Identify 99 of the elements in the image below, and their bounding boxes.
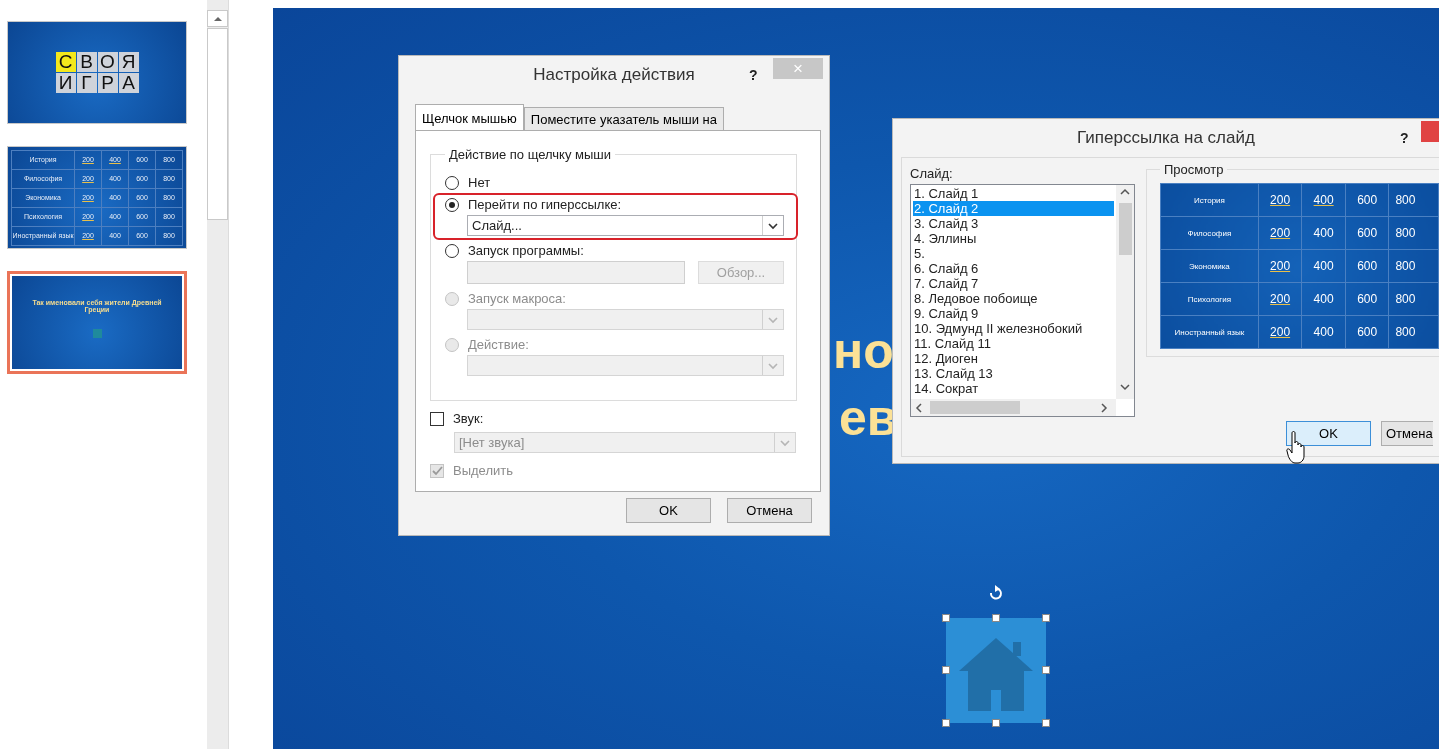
resize-handle[interactable] xyxy=(992,614,1000,622)
radio-label: Перейти по гиперссылке: xyxy=(468,197,622,212)
shape-icon xyxy=(92,329,102,338)
caret-up-icon xyxy=(212,14,223,23)
list-item[interactable]: 13. Слайд 13 xyxy=(913,366,1114,381)
scrollbar-thumb[interactable] xyxy=(1118,203,1132,255)
table-cell: 800 xyxy=(1388,282,1439,316)
table-cell: 800 xyxy=(1388,183,1439,217)
letter-tile: А xyxy=(118,73,139,93)
table-cell: 600 xyxy=(1345,183,1389,217)
checkbox-label: Выделить xyxy=(453,463,513,478)
radio-label: Действие: xyxy=(468,337,529,352)
letter-tile: Г xyxy=(76,73,97,93)
table-cell: 800 xyxy=(1388,249,1439,283)
horizontal-scrollbar[interactable] xyxy=(911,399,1116,416)
list-item[interactable]: 14. Сократ xyxy=(913,381,1114,396)
list-item[interactable]: 7. Слайд 7 xyxy=(913,276,1114,291)
table-cell: Философия xyxy=(1160,216,1259,250)
cancel-button[interactable]: Отмена xyxy=(727,498,812,523)
letter-tile: Р xyxy=(97,73,118,93)
list-label: Слайд: xyxy=(910,166,954,181)
table-cell: 800 xyxy=(1388,315,1439,349)
checkbox[interactable] xyxy=(430,411,444,426)
table-cell: 400 xyxy=(1301,249,1346,283)
table-cell: Экономика xyxy=(1160,249,1259,283)
chevron-left-icon xyxy=(915,402,923,413)
scrollbar-thumb[interactable] xyxy=(930,401,1020,414)
help-button[interactable]: ? xyxy=(749,67,758,83)
list-item[interactable]: 11. Слайд 11 xyxy=(913,336,1114,351)
resize-handle[interactable] xyxy=(992,719,1000,727)
resize-handle[interactable] xyxy=(1042,666,1050,674)
resize-handle[interactable] xyxy=(1042,719,1050,727)
list-item[interactable]: 9. Слайд 9 xyxy=(913,306,1114,321)
list-item[interactable]: 5. xyxy=(913,246,1114,261)
ok-button[interactable]: OK xyxy=(1286,421,1371,446)
scrollbar-thumb[interactable] xyxy=(207,28,228,220)
scroll-up-button[interactable] xyxy=(207,10,228,27)
resize-handle[interactable] xyxy=(1042,614,1050,622)
letter-tile: С xyxy=(55,52,76,72)
help-button[interactable]: ? xyxy=(1400,130,1409,146)
chevron-down-icon xyxy=(767,360,779,371)
rotate-handle-icon[interactable] xyxy=(989,585,1002,600)
dialog-title: Гиперссылка на слайд xyxy=(1077,128,1255,148)
slide-text: но xyxy=(833,326,894,376)
vertical-scrollbar[interactable] xyxy=(1116,185,1134,399)
chevron-right-icon xyxy=(1100,402,1108,413)
list-item[interactable]: 12. Диоген xyxy=(913,351,1114,366)
chevron-down-icon xyxy=(779,437,791,448)
table-cell: 600 xyxy=(1345,216,1389,250)
table-cell: 600 xyxy=(1345,282,1389,316)
dialog-title: Настройка действия xyxy=(533,65,695,85)
radio-label: Запуск макроса: xyxy=(468,291,566,306)
list-item[interactable]: 8. Ледовое побоище xyxy=(913,291,1114,306)
radio-button[interactable] xyxy=(445,197,459,212)
checkbox-label: Звук: xyxy=(453,411,484,426)
table-cell: 200 xyxy=(1258,315,1302,349)
chevron-down-icon xyxy=(767,220,779,231)
table-cell: 800 xyxy=(1388,216,1439,250)
cancel-button[interactable]: Отмена xyxy=(1381,421,1433,446)
chevron-up-icon xyxy=(1120,188,1130,196)
list-item[interactable]: 1. Слайд 1 xyxy=(913,186,1114,201)
group-title: Действие по щелчку мыши xyxy=(448,147,612,162)
table-cell: Психология xyxy=(1160,282,1259,316)
table-cell: 400 xyxy=(1301,216,1346,250)
group-title: Просмотр xyxy=(1163,162,1225,177)
chevron-down-icon xyxy=(1120,383,1130,391)
radio-label: Запуск программы: xyxy=(468,243,584,258)
checkmark-icon xyxy=(431,465,443,476)
table-cell: 400 xyxy=(1301,282,1346,316)
letter-tile: В xyxy=(76,52,97,72)
table-cell: 200 xyxy=(1258,282,1302,316)
letter-tile: О xyxy=(97,52,118,72)
letter-tile: Я xyxy=(118,52,139,72)
table-cell: 600 xyxy=(1345,315,1389,349)
table-cell: 400 xyxy=(1301,183,1346,217)
slide-thumbnail[interactable]: С В О Я И Г Р А xyxy=(7,21,187,124)
radio-label: Нет xyxy=(468,175,491,190)
table-cell: 200 xyxy=(1258,249,1302,283)
ok-button[interactable]: OK xyxy=(626,498,711,523)
radio-button[interactable] xyxy=(445,175,459,190)
tab[interactable]: Поместите указатель мыши на xyxy=(523,107,724,130)
radio-button[interactable] xyxy=(445,243,459,258)
list-item[interactable]: 4. Эллины xyxy=(913,231,1114,246)
table-cell: 400 xyxy=(1301,315,1346,349)
table-cell: 600 xyxy=(1345,249,1389,283)
table-cell: История xyxy=(1160,183,1259,217)
list-item[interactable]: 6. Слайд 6 xyxy=(913,261,1114,276)
dropdown[interactable]: Слайд... xyxy=(467,215,784,236)
list-item[interactable]: 3. Слайд 3 xyxy=(913,216,1114,231)
letter-tile: И xyxy=(55,73,76,93)
resize-handle[interactable] xyxy=(942,666,950,674)
chevron-down-icon xyxy=(767,314,779,325)
tab[interactable]: Щелчок мышью xyxy=(415,104,524,130)
resize-handle[interactable] xyxy=(942,614,950,622)
table-cell: 200 xyxy=(1258,216,1302,250)
table-cell: Иностранный язык xyxy=(1160,315,1259,349)
resize-handle[interactable] xyxy=(942,719,950,727)
list-item[interactable]: 10. Эдмунд II железнобокий xyxy=(913,321,1114,336)
table-cell: 200 xyxy=(1258,183,1302,217)
